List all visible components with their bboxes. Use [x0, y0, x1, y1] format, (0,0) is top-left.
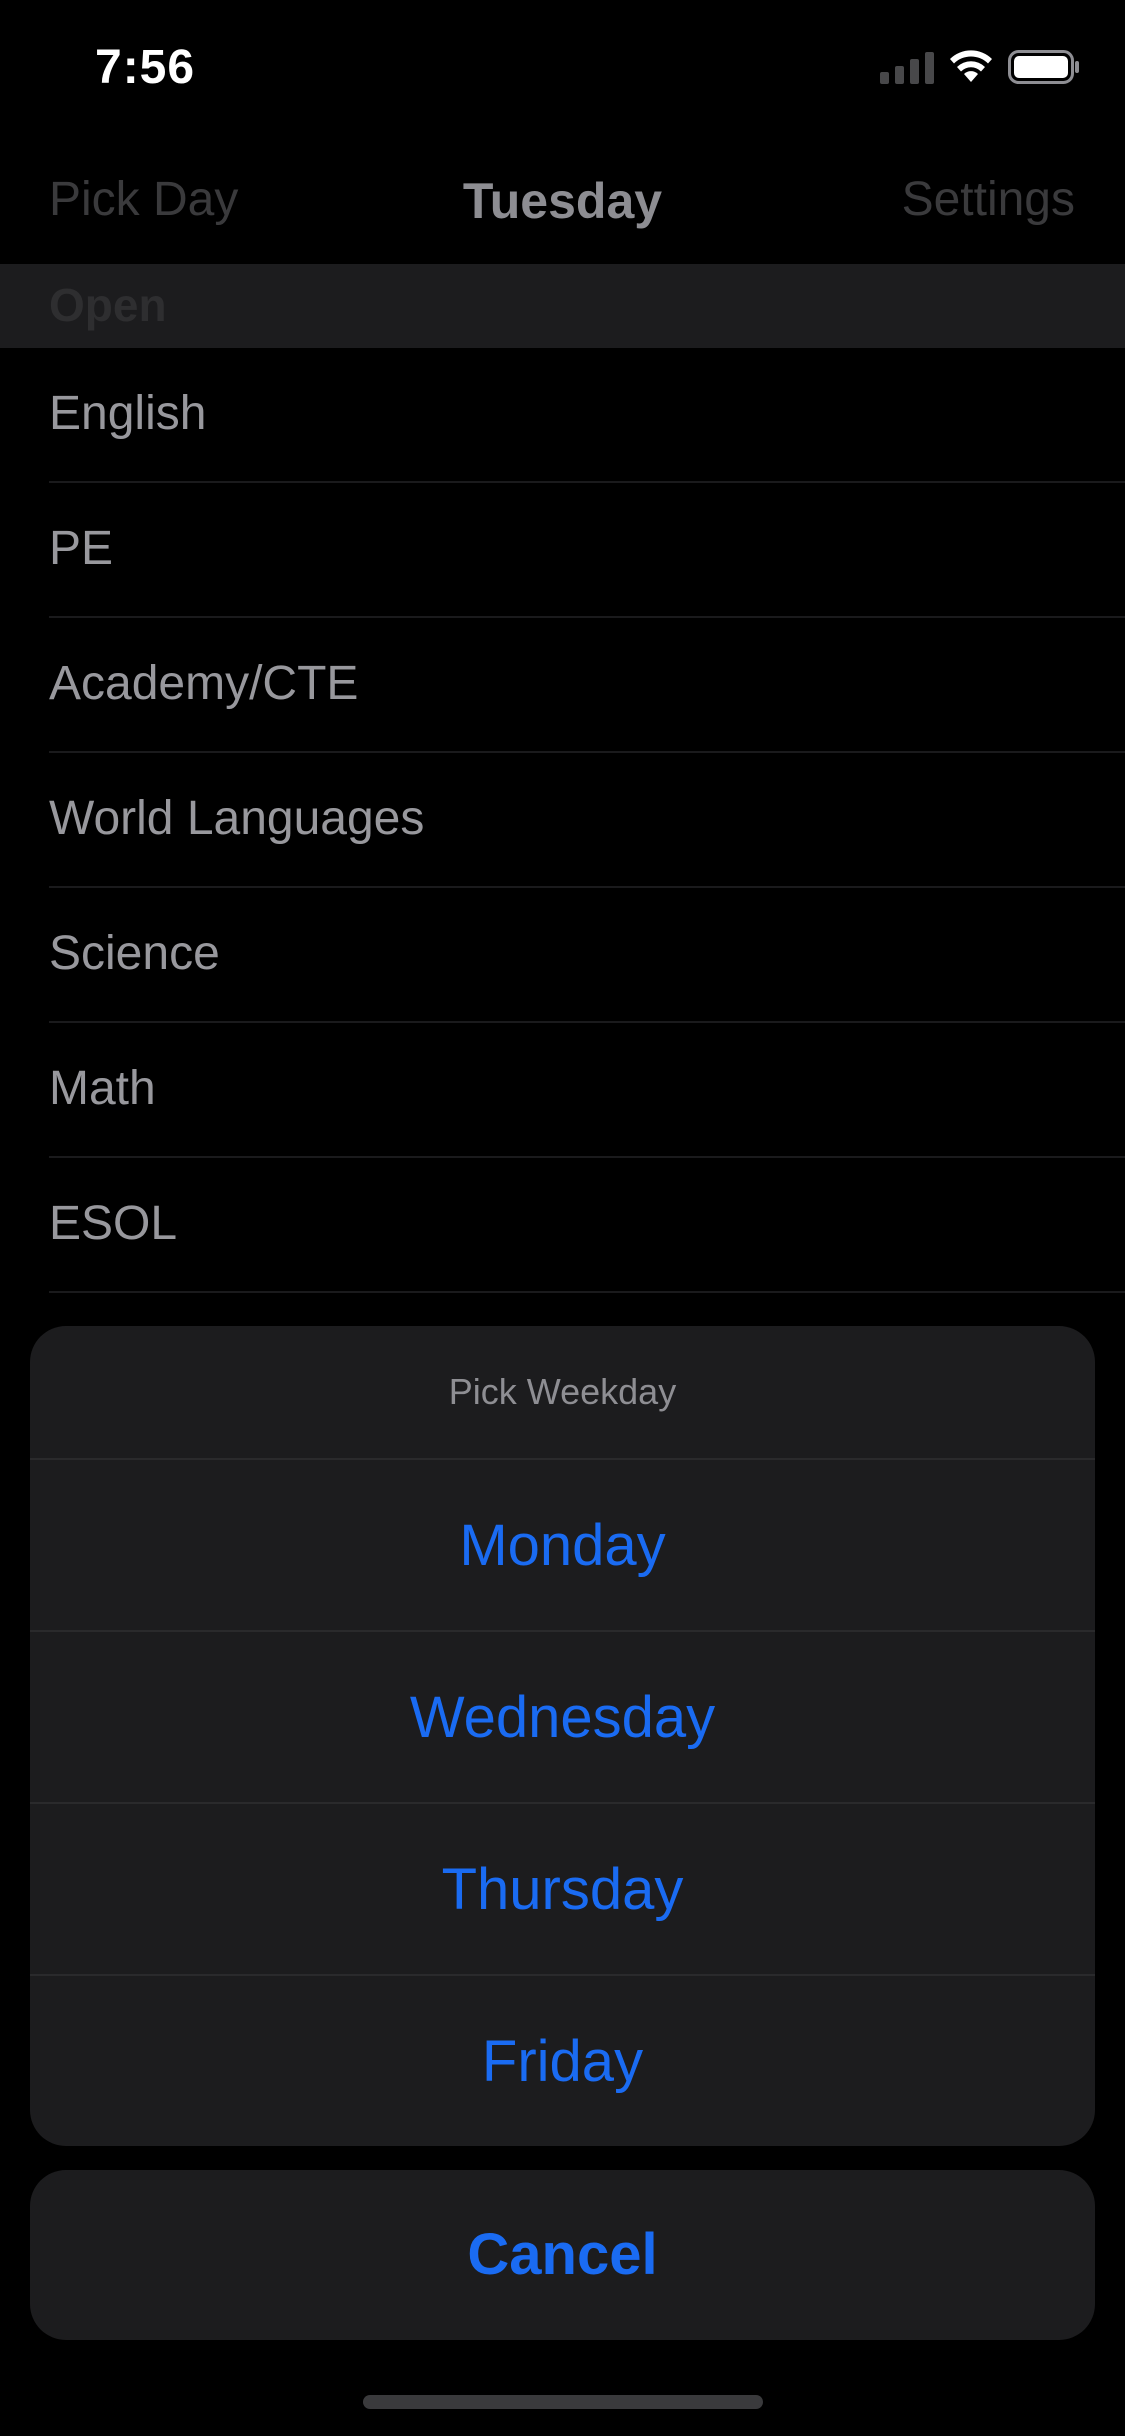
list-item-label: World Languages	[49, 792, 425, 845]
home-indicator[interactable]	[363, 2395, 763, 2409]
action-sheet-title: Pick Weekday	[448, 1371, 677, 1412]
list-item[interactable]: PE	[0, 483, 1125, 618]
list-item-label: ESOL	[49, 1197, 178, 1250]
cancel-label: Cancel	[467, 2222, 658, 2287]
list-item-label: PE	[49, 522, 114, 575]
list-item[interactable]: ESOL	[0, 1158, 1125, 1293]
status-bar: 7:56	[0, 0, 1125, 132]
signal-icon	[880, 52, 934, 84]
action-sheet: Pick Weekday Monday Wednesday Thursday F…	[30, 1326, 1095, 2146]
list-item[interactable]: English	[0, 348, 1125, 483]
list-item-label: English	[49, 387, 207, 440]
thursday-option[interactable]: Thursday	[30, 1802, 1095, 1974]
wifi-icon	[950, 50, 992, 82]
section-header: Open	[0, 264, 1125, 348]
friday-option[interactable]: Friday	[30, 1974, 1095, 2146]
list-item-label: Science	[49, 927, 220, 980]
wednesday-option[interactable]: Wednesday	[30, 1630, 1095, 1802]
monday-option[interactable]: Monday	[30, 1458, 1095, 1630]
subject-list: English PE Academy/CTE World Languages S…	[0, 348, 1125, 1293]
list-item-label: Academy/CTE	[49, 657, 359, 710]
separator	[49, 1291, 1125, 1293]
list-item-label: Math	[49, 1062, 156, 1115]
settings-button[interactable]: Settings	[902, 172, 1075, 227]
list-item[interactable]: Academy/CTE	[0, 618, 1125, 753]
cancel-button[interactable]: Cancel	[30, 2170, 1095, 2340]
list-item[interactable]: Math	[0, 1023, 1125, 1158]
navigation-bar: Pick Day Tuesday Settings	[0, 150, 1125, 260]
screen: 7:56 Pick Day Tuesday Settings Open Engl…	[0, 0, 1125, 2436]
list-item[interactable]: Science	[0, 888, 1125, 1023]
list-item[interactable]: World Languages	[0, 753, 1125, 888]
section-header-label: Open	[49, 279, 167, 331]
battery-icon	[1008, 50, 1079, 84]
status-time: 7:56	[95, 41, 196, 94]
